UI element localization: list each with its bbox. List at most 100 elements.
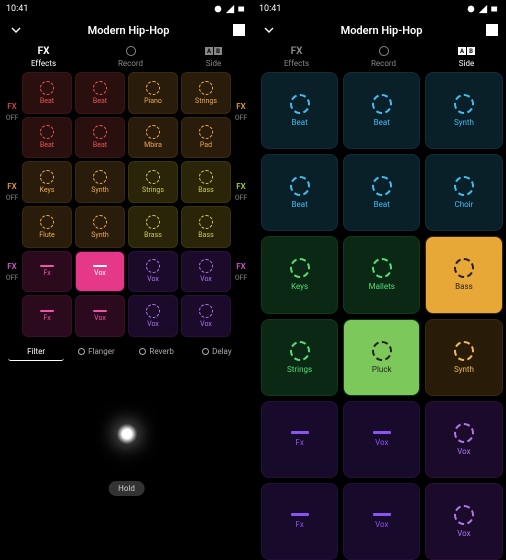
loop-icon xyxy=(146,170,160,184)
pad[interactable]: Vox xyxy=(343,483,420,560)
loop-icon xyxy=(40,125,54,139)
ab-icon: AB xyxy=(205,47,222,55)
oneshot-icon xyxy=(93,310,107,312)
fx-column-left: FXOFF FXOFF FXOFF xyxy=(2,72,22,337)
loop-icon xyxy=(454,258,474,278)
loop-icon xyxy=(199,170,213,184)
pad[interactable]: Beat xyxy=(343,72,420,149)
fx-reverb[interactable]: Reverb xyxy=(129,343,185,361)
pad[interactable]: Vox xyxy=(75,295,125,337)
page-title: Modern Hip-Hop xyxy=(88,24,170,37)
pad[interactable]: Bass xyxy=(181,206,231,248)
pad[interactable]: Choir xyxy=(425,154,502,231)
loop-icon xyxy=(146,215,160,229)
status-time: 10:41 xyxy=(259,4,281,14)
fx-toggle[interactable]: FXOFF xyxy=(2,72,22,152)
pad[interactable]: Synth xyxy=(75,206,125,248)
pad[interactable]: Synth xyxy=(425,319,502,396)
pad[interactable]: Fx xyxy=(261,401,338,478)
pad[interactable]: Vox xyxy=(425,483,502,560)
loop-icon xyxy=(454,341,474,361)
pad[interactable]: Vox xyxy=(128,295,178,337)
stop-button[interactable] xyxy=(486,24,498,36)
pad[interactable]: Beat xyxy=(261,72,338,149)
tab-effects[interactable]: FXEffects xyxy=(31,44,56,68)
loop-icon xyxy=(372,258,392,278)
pad[interactable]: Beat xyxy=(261,154,338,231)
tabs: FXEffects Record ABSide xyxy=(0,42,253,72)
pad[interactable]: Vox xyxy=(128,251,178,293)
pad[interactable]: Vox xyxy=(75,251,125,293)
fx-toggle[interactable]: FXOFF xyxy=(2,152,22,232)
loop-icon xyxy=(93,215,107,229)
xy-pad[interactable]: Hold xyxy=(10,367,243,502)
oneshot-icon xyxy=(40,265,54,267)
pad[interactable]: Synth xyxy=(75,161,125,203)
pad[interactable]: Vox xyxy=(425,401,502,478)
page-title: Modern Hip-Hop xyxy=(341,24,423,37)
loop-icon xyxy=(93,170,107,184)
pad[interactable]: Beat xyxy=(22,72,72,114)
tab-record[interactable]: Record xyxy=(371,44,396,68)
pad[interactable]: Beat xyxy=(343,154,420,231)
oneshot-icon xyxy=(93,265,107,267)
pad[interactable]: Synth xyxy=(425,72,502,149)
pad-grid: Beat Beat Piano Strings Beat Beat Mbira … xyxy=(22,72,231,337)
pad[interactable]: Beat xyxy=(75,117,125,159)
pad[interactable]: Bass xyxy=(425,236,502,313)
pad[interactable]: Mbira xyxy=(128,117,178,159)
fx-toggle[interactable]: FXOFF xyxy=(2,232,22,312)
pad[interactable]: Fx xyxy=(22,251,72,293)
fx-toggle[interactable]: FXOFF xyxy=(231,152,251,232)
pad[interactable]: Strings xyxy=(128,161,178,203)
loop-icon xyxy=(290,258,310,278)
pad[interactable]: Fx xyxy=(261,483,338,560)
loop-icon xyxy=(290,176,310,196)
loop-icon xyxy=(93,125,107,139)
tab-side[interactable]: ABSide xyxy=(458,44,475,68)
loop-icon xyxy=(372,341,392,361)
status-icons xyxy=(213,4,247,14)
loop-icon xyxy=(93,81,107,95)
fx-delay[interactable]: Delay xyxy=(189,343,245,361)
chevron-down-icon[interactable] xyxy=(261,22,277,38)
tab-record[interactable]: Record xyxy=(118,44,143,68)
pad[interactable]: Pad xyxy=(181,117,231,159)
pad[interactable]: Beat xyxy=(75,72,125,114)
pad[interactable]: Keys xyxy=(261,236,338,313)
pad[interactable]: Strings xyxy=(261,319,338,396)
loop-icon xyxy=(199,125,213,139)
pad[interactable]: Vox xyxy=(181,295,231,337)
fx-toggle[interactable]: FXOFF xyxy=(231,72,251,152)
stop-button[interactable] xyxy=(233,24,245,36)
loop-icon xyxy=(146,304,160,318)
pad[interactable]: Keys xyxy=(22,161,72,203)
pad[interactable]: Vox xyxy=(343,401,420,478)
loop-icon xyxy=(454,176,474,196)
pad[interactable]: Brass xyxy=(128,206,178,248)
oneshot-icon xyxy=(373,513,391,516)
loop-icon xyxy=(40,81,54,95)
loop-icon xyxy=(199,81,213,95)
fx-toggle[interactable]: FXOFF xyxy=(231,232,251,312)
loop-icon xyxy=(290,341,310,361)
chevron-down-icon[interactable] xyxy=(8,22,24,38)
tab-effects[interactable]: FXEffects xyxy=(284,44,309,68)
pad[interactable]: Strings xyxy=(181,72,231,114)
hold-button[interactable]: Hold xyxy=(108,481,145,496)
fx-flanger[interactable]: Flanger xyxy=(68,343,124,361)
pad[interactable]: Mallets xyxy=(343,236,420,313)
pad[interactable]: Flute xyxy=(22,206,72,248)
pad[interactable]: Bass xyxy=(181,161,231,203)
pad[interactable]: Pluck xyxy=(343,319,420,396)
pad[interactable]: Fx xyxy=(22,295,72,337)
fx-dot-icon xyxy=(78,348,85,355)
pad[interactable]: Beat xyxy=(22,117,72,159)
loop-icon xyxy=(454,505,474,525)
fx-filter[interactable]: Filter xyxy=(8,343,64,361)
tab-side[interactable]: ABSide xyxy=(205,44,222,68)
xy-handle[interactable] xyxy=(116,423,138,445)
fx-column-right: FXOFF FXOFF FXOFF xyxy=(231,72,251,337)
pad[interactable]: Piano xyxy=(128,72,178,114)
pad[interactable]: Vox xyxy=(181,251,231,293)
